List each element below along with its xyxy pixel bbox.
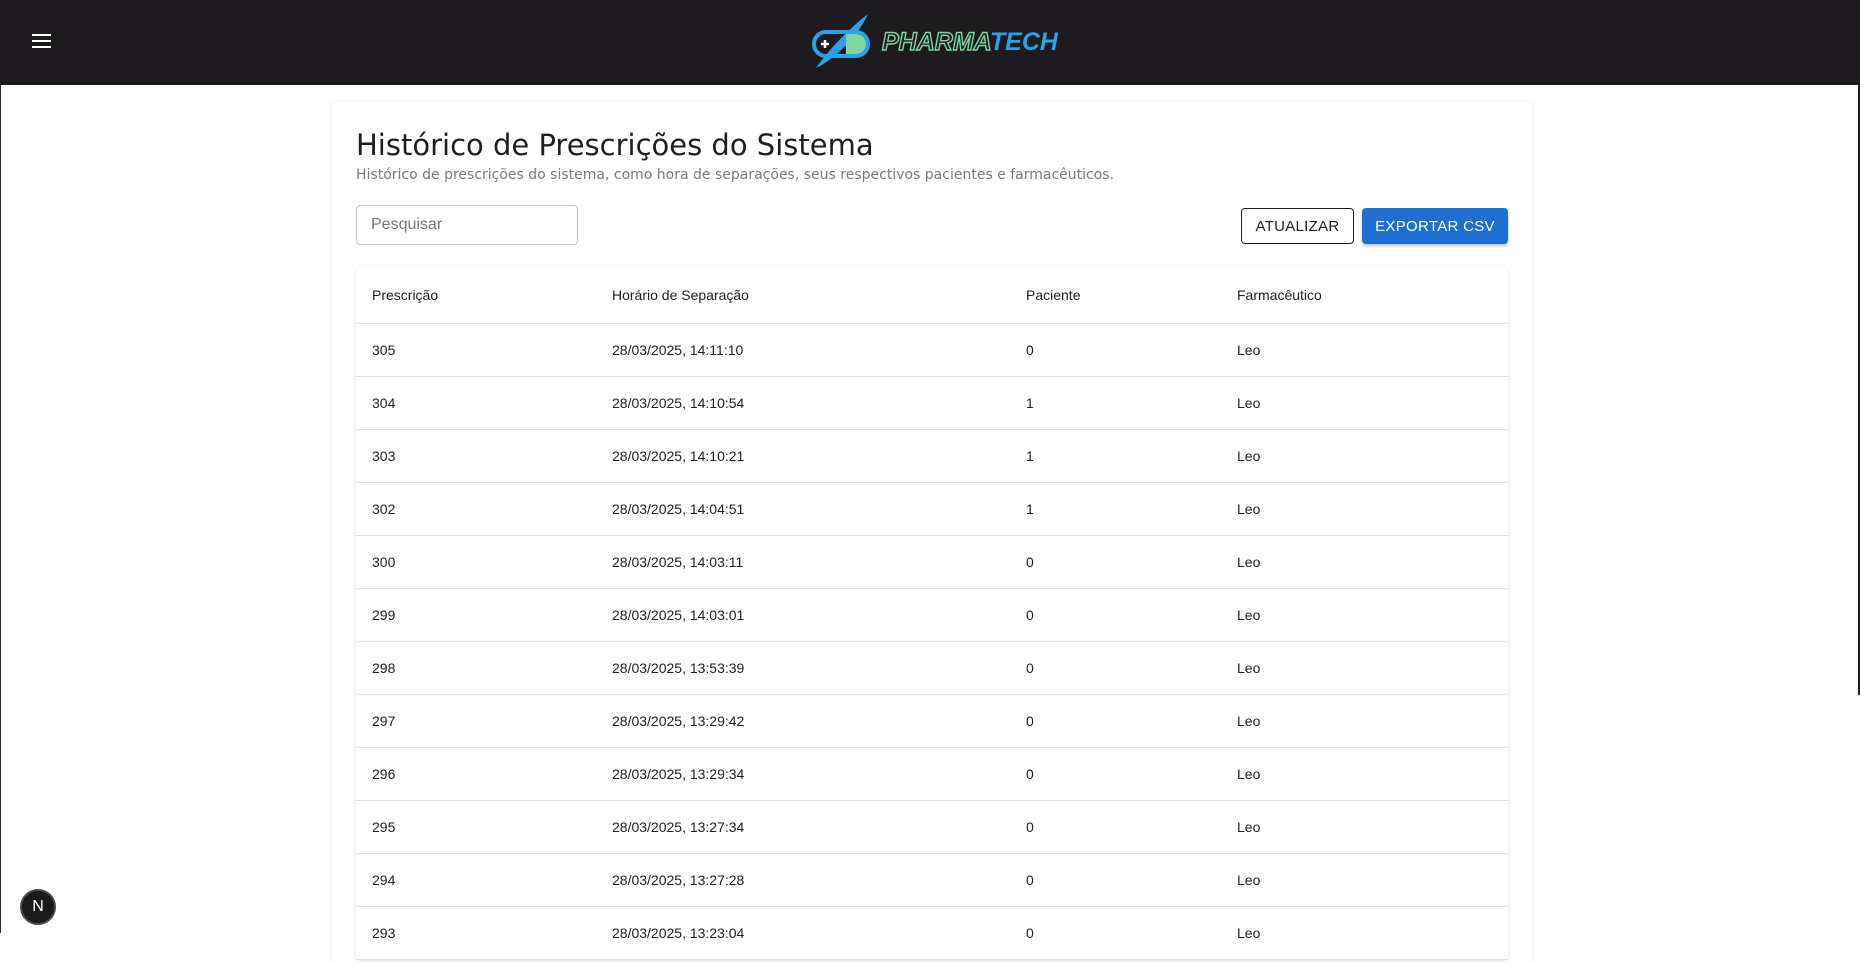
cell-pharmacist: Leo [1221,906,1508,960]
logo-text-tech: TECH [989,27,1058,56]
table-row[interactable]: 303 28/03/2025, 14:10:21 1 Leo [356,429,1508,483]
cell-patient: 0 [1010,641,1221,695]
cell-patient: 0 [1010,747,1221,801]
cell-separation-time: 28/03/2025, 14:10:54 [596,376,1010,430]
table-row[interactable]: 299 28/03/2025, 14:03:01 0 Leo [356,588,1508,642]
cell-pharmacist: Leo [1221,323,1508,377]
pharmatech-logo[interactable]: PHARMATECH [808,9,1058,75]
cell-patient: 0 [1010,800,1221,854]
cell-separation-time: 28/03/2025, 13:27:34 [596,800,1010,854]
cell-patient: 0 [1010,906,1221,960]
cell-pharmacist: Leo [1221,800,1508,854]
cell-patient: 0 [1010,588,1221,642]
table-row[interactable]: 300 28/03/2025, 14:03:11 0 Leo [356,535,1508,589]
page-subtitle: Histórico de prescrições do sistema, com… [356,167,1115,183]
cell-prescription: 300 [356,535,596,589]
cell-patient: 0 [1010,853,1221,907]
cell-pharmacist: Leo [1221,588,1508,642]
cell-patient: 1 [1010,429,1221,483]
history-card: Histórico de Prescrições do Sistema Hist… [332,102,1532,962]
menu-icon-line [32,34,51,36]
table-row[interactable]: 294 28/03/2025, 13:27:28 0 Leo [356,853,1508,907]
cell-pharmacist: Leo [1221,535,1508,589]
prescriptions-table-container: Prescrição Horário de Separação Paciente… [356,266,1508,960]
column-header-separation-time[interactable]: Horário de Separação [596,266,1010,324]
cell-prescription: 303 [356,429,596,483]
column-header-patient[interactable]: Paciente [1010,266,1221,324]
cell-prescription: 305 [356,323,596,377]
nextjs-logo-icon: N [32,898,44,915]
cell-pharmacist: Leo [1221,482,1508,536]
menu-icon-line [32,40,51,42]
logo-text-pharma: PHARMA [881,27,990,56]
table-row[interactable]: 297 28/03/2025, 13:29:42 0 Leo [356,694,1508,748]
nextjs-dev-indicator-button[interactable]: N [20,889,56,925]
cell-pharmacist: Leo [1221,429,1508,483]
logo-wordmark: PHARMATECH [881,27,1058,57]
cell-prescription: 304 [356,376,596,430]
cell-separation-time: 28/03/2025, 14:11:10 [596,323,1010,377]
table-body: 305 28/03/2025, 14:11:10 0 Leo 304 28/03/202… [356,323,1508,960]
cell-prescription: 302 [356,482,596,536]
search-input[interactable] [356,205,578,245]
cell-patient: 1 [1010,376,1221,430]
column-header-pharmacist[interactable]: Farmacêutico [1221,266,1508,324]
cell-patient: 0 [1010,535,1221,589]
cell-pharmacist: Leo [1221,376,1508,430]
cell-prescription: 296 [356,747,596,801]
cell-prescription: 299 [356,588,596,642]
cell-separation-time: 28/03/2025, 14:10:21 [596,429,1010,483]
cell-prescription: 294 [356,853,596,907]
cell-prescription: 298 [356,641,596,695]
table-row[interactable]: 296 28/03/2025, 13:29:34 0 Leo [356,747,1508,801]
cell-pharmacist: Leo [1221,641,1508,695]
page-title: Histórico de Prescrições do Sistema [356,128,874,162]
column-header-prescription[interactable]: Prescrição [356,266,596,324]
table-row[interactable]: 305 28/03/2025, 14:11:10 0 Leo [356,323,1508,377]
refresh-button[interactable]: ATUALIZAR [1241,208,1354,244]
cell-prescription: 293 [356,906,596,960]
cell-prescription: 295 [356,800,596,854]
export-csv-button[interactable]: EXPORTAR CSV [1362,208,1508,244]
cell-prescription: 297 [356,694,596,748]
prescriptions-table: Prescrição Horário de Separação Paciente… [356,266,1508,960]
cell-patient: 1 [1010,482,1221,536]
cell-separation-time: 28/03/2025, 14:03:11 [596,535,1010,589]
hamburger-menu-button[interactable] [26,30,56,54]
cell-separation-time: 28/03/2025, 14:04:51 [596,482,1010,536]
cell-pharmacist: Leo [1221,853,1508,907]
left-window-edge [0,85,1,933]
cell-separation-time: 28/03/2025, 14:03:01 [596,588,1010,642]
cell-patient: 0 [1010,694,1221,748]
menu-icon-line [32,46,51,48]
cell-separation-time: 28/03/2025, 13:27:28 [596,853,1010,907]
pill-rocket-logo-icon [812,14,870,68]
cell-pharmacist: Leo [1221,694,1508,748]
top-app-bar: PHARMATECH [0,0,1860,85]
table-header-row: Prescrição Horário de Separação Paciente… [356,266,1508,324]
table-row[interactable]: 293 28/03/2025, 13:23:04 0 Leo [356,906,1508,960]
cell-separation-time: 28/03/2025, 13:53:39 [596,641,1010,695]
table-row[interactable]: 295 28/03/2025, 13:27:34 0 Leo [356,800,1508,854]
table-row[interactable]: 298 28/03/2025, 13:53:39 0 Leo [356,641,1508,695]
cell-separation-time: 28/03/2025, 13:23:04 [596,906,1010,960]
cell-separation-time: 28/03/2025, 13:29:34 [596,747,1010,801]
cell-patient: 0 [1010,323,1221,377]
table-row[interactable]: 304 28/03/2025, 14:10:54 1 Leo [356,376,1508,430]
cell-pharmacist: Leo [1221,747,1508,801]
table-row[interactable]: 302 28/03/2025, 14:04:51 1 Leo [356,482,1508,536]
cell-separation-time: 28/03/2025, 13:29:42 [596,694,1010,748]
